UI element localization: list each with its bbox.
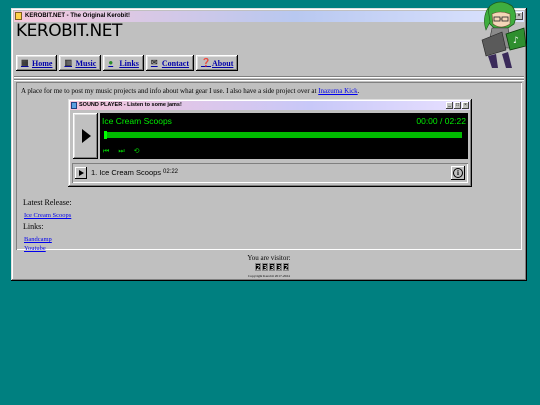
- playlist-play-button[interactable]: [75, 167, 87, 179]
- play-icon: [82, 129, 91, 143]
- play-icon: [79, 170, 84, 176]
- nav-home-button[interactable]: ▦ Home: [16, 55, 58, 71]
- nav-music-label: Music: [75, 58, 97, 68]
- player-titlebar[interactable]: SOUND PLAYER - Listen to some jams! _ □ …: [70, 101, 470, 110]
- divider: [14, 79, 524, 81]
- loop-icon[interactable]: ⟲: [134, 147, 140, 155]
- next-track-icon[interactable]: ⏭: [118, 147, 124, 155]
- svg-text:♪: ♪: [513, 36, 519, 46]
- intro-trailing: .: [357, 87, 360, 95]
- divider: [14, 76, 524, 78]
- visitor-label: You are visitor:: [247, 254, 291, 262]
- playlist-track-name[interactable]: 1. Ice Cream Scoops: [91, 168, 161, 177]
- play-button[interactable]: [73, 113, 98, 159]
- bandcamp-link[interactable]: Bandcamp: [24, 236, 52, 243]
- time-display: 00:00 / 02:22: [416, 116, 466, 126]
- previous-track-icon[interactable]: ⏮: [103, 147, 109, 155]
- nav-contact-button[interactable]: ✉ Contact: [145, 55, 195, 71]
- nav-links-label: Links: [119, 58, 139, 68]
- nav-contact-label: Contact: [161, 58, 190, 68]
- help-icon: ❓: [201, 58, 211, 67]
- inazuma-kick-link[interactable]: Inazuma Kick: [318, 87, 357, 95]
- app-icon: [15, 12, 22, 20]
- nav-about-button[interactable]: ❓ About: [196, 55, 239, 71]
- counter-digit: 3: [262, 263, 268, 272]
- progress-thumb[interactable]: [104, 131, 107, 139]
- home-icon: ▦: [21, 58, 29, 67]
- progress-bar[interactable]: [104, 131, 462, 139]
- links-heading: Links:: [23, 222, 44, 231]
- site-title: KEROBIT.NET: [16, 21, 122, 41]
- playlist: 1. Ice Cream Scoops 02:22 i: [72, 163, 468, 183]
- nav-links-button[interactable]: ● Links: [103, 55, 144, 71]
- counter-digit: 2: [255, 263, 261, 272]
- latest-release-heading: Latest Release:: [23, 198, 72, 207]
- playlist-track-duration: 02:22: [163, 169, 179, 175]
- content-panel: A place for me to post my music projects…: [16, 82, 522, 252]
- copyright-text: Copyright Kerobit 2017-2024: [248, 274, 290, 278]
- player-app-icon: [71, 102, 77, 109]
- nav-home-label: Home: [32, 58, 53, 68]
- latest-release-link[interactable]: Ice Cream Scoops: [24, 212, 71, 219]
- intro-body: A place for me to post my music projects…: [21, 87, 319, 95]
- main-nav: ▦ Home ▥ Music ● Links ✉ Contact ❓ About: [16, 55, 240, 71]
- now-playing-title: Ice Cream Scoops: [102, 116, 172, 126]
- player-maximize-button[interactable]: □: [454, 101, 461, 109]
- sound-player-window: SOUND PLAYER - Listen to some jams! _ □ …: [68, 99, 472, 187]
- globe-icon: ●: [108, 58, 114, 67]
- music-icon: ▥: [64, 58, 72, 67]
- counter-digit: 3: [276, 263, 282, 272]
- mail-icon: ✉: [150, 58, 158, 67]
- player-title: SOUND PLAYER - Listen to some jams!: [79, 102, 182, 108]
- nav-music-button[interactable]: ▥ Music: [59, 55, 102, 71]
- player-close-button[interactable]: ×: [462, 101, 469, 109]
- intro-text: A place for me to post my music projects…: [21, 87, 359, 95]
- window-title: KEROBIT.NET - The Original Kerobit!: [25, 13, 131, 19]
- player-minimize-button[interactable]: _: [446, 101, 453, 109]
- visitor-counter: 2 3 3 3 2: [255, 263, 289, 272]
- info-button[interactable]: i: [451, 166, 465, 180]
- counter-digit: 2: [283, 263, 289, 272]
- nav-about-label: About: [212, 58, 234, 68]
- counter-digit: 3: [269, 263, 275, 272]
- main-window: KEROBIT.NET - The Original Kerobit! _ □ …: [11, 1, 527, 281]
- mascot-image: ♪: [481, 1, 527, 68]
- info-icon: i: [453, 168, 463, 178]
- youtube-link[interactable]: Youtube: [24, 245, 46, 252]
- player-display: Ice Cream Scoops 00:00 / 02:22 ⏮ ⏭ ⟲: [100, 113, 468, 159]
